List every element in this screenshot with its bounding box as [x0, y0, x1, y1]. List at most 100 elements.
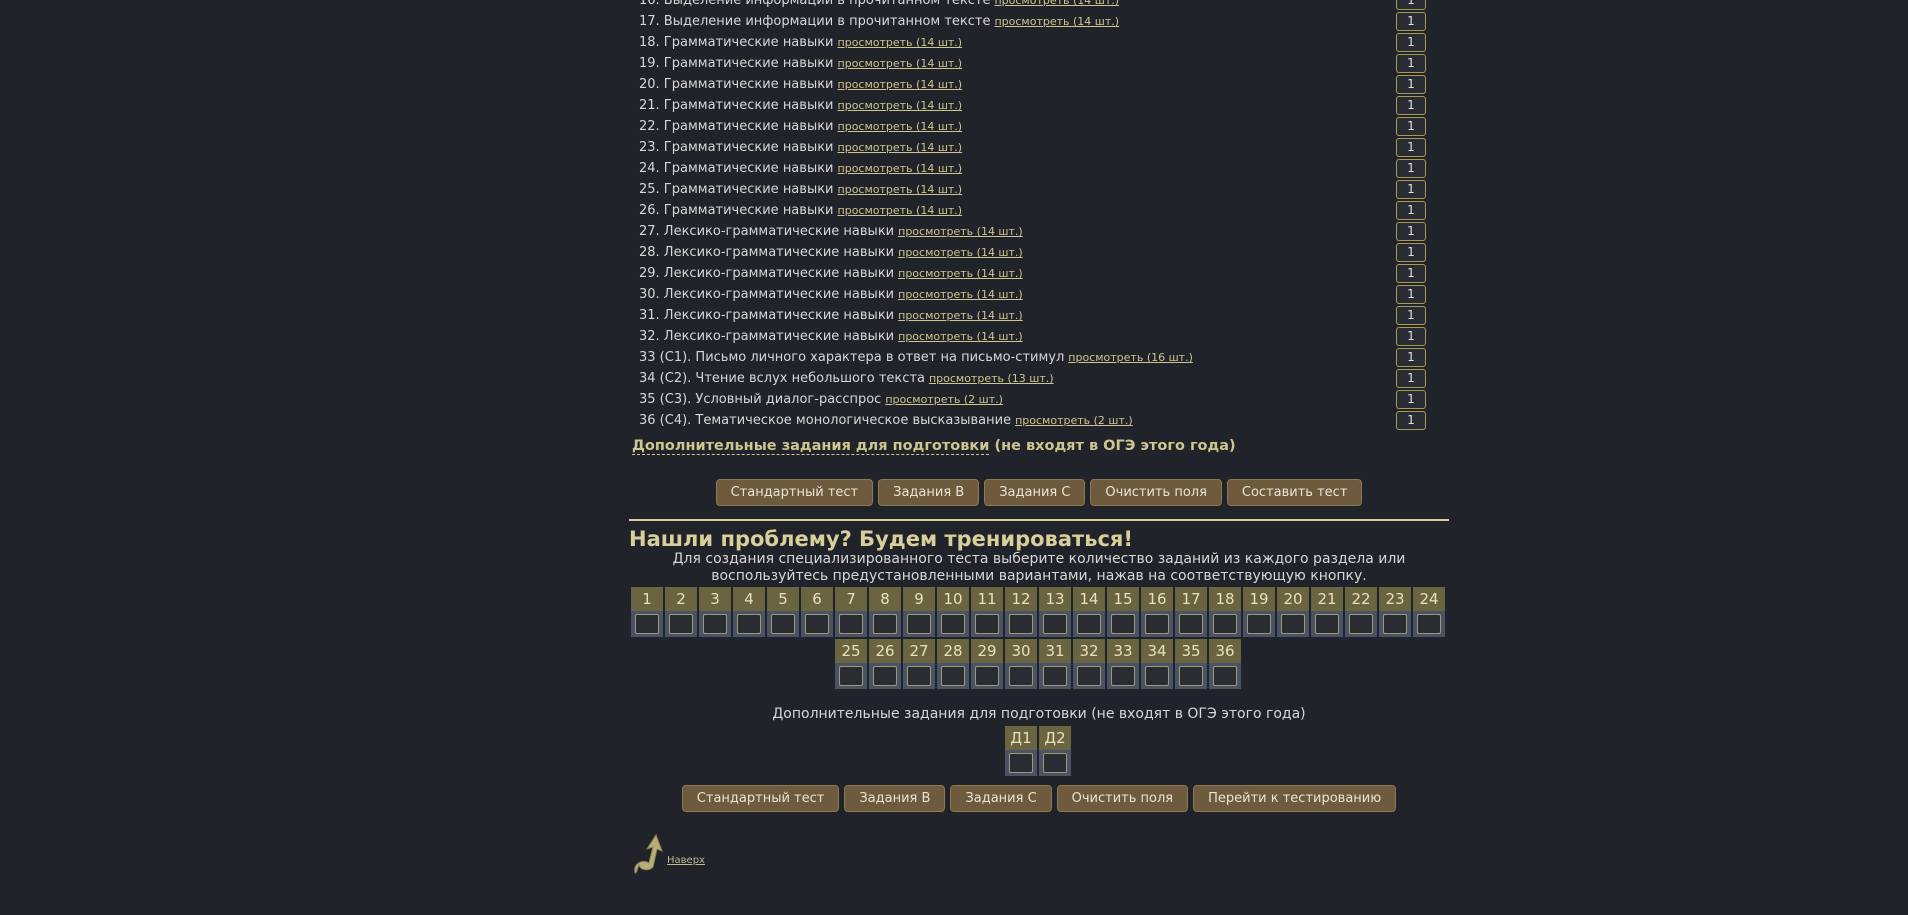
view-tasks-link[interactable]: просмотреть (14 шт.)	[838, 99, 963, 112]
task-count-field[interactable]	[1111, 666, 1135, 686]
task-count-field[interactable]	[771, 614, 795, 634]
task-count-field[interactable]	[839, 614, 863, 634]
view-tasks-link[interactable]: просмотреть (14 шт.)	[994, 15, 1119, 28]
task-count-field[interactable]	[975, 614, 999, 634]
task-count-field[interactable]	[1009, 753, 1033, 773]
task-count-field[interactable]	[669, 614, 693, 634]
task-count-field[interactable]	[1077, 666, 1101, 686]
task-count-field[interactable]	[907, 666, 931, 686]
view-tasks-link[interactable]: просмотреть (14 шт.)	[898, 309, 1023, 322]
clear-fields-button-bottom[interactable]: Очистить поля	[1056, 785, 1189, 812]
task-count-field[interactable]	[1145, 614, 1169, 634]
view-tasks-link[interactable]: просмотреть (14 шт.)	[994, 0, 1119, 7]
tasks-b-button-bottom[interactable]: Задания В	[844, 785, 946, 812]
view-tasks-link[interactable]: просмотреть (14 шт.)	[838, 78, 963, 91]
view-tasks-link[interactable]: просмотреть (13 шт.)	[929, 372, 1054, 385]
task-count-input[interactable]: 1	[1396, 54, 1426, 73]
tasks-c-button[interactable]: Задания С	[984, 479, 1086, 506]
task-count-field[interactable]	[635, 614, 659, 634]
view-tasks-link[interactable]: просмотреть (16 шт.)	[1068, 351, 1193, 364]
view-tasks-link[interactable]: просмотреть (14 шт.)	[838, 36, 963, 49]
task-count-field[interactable]	[1111, 614, 1135, 634]
view-tasks-link[interactable]: просмотреть (14 шт.)	[838, 57, 963, 70]
back-to-top[interactable]: Наверх	[629, 833, 749, 877]
task-count-input[interactable]: 1	[1396, 264, 1426, 283]
tasks-c-button-bottom[interactable]: Задания С	[950, 785, 1052, 812]
task-count-field[interactable]	[1349, 614, 1373, 634]
standard-test-button-bottom[interactable]: Стандартный тест	[681, 785, 840, 812]
standard-test-button[interactable]: Стандартный тест	[715, 479, 874, 506]
task-count-field[interactable]	[1043, 614, 1067, 634]
task-count-field[interactable]	[1077, 614, 1101, 634]
task-count-field[interactable]	[1179, 614, 1203, 634]
task-count-field[interactable]	[1315, 614, 1339, 634]
task-count-field[interactable]	[1281, 614, 1305, 634]
task-count-field[interactable]	[839, 666, 863, 686]
task-count-field[interactable]	[1383, 614, 1407, 634]
task-count-input[interactable]: 1	[1396, 0, 1426, 10]
task-count-field[interactable]	[737, 614, 761, 634]
up-arrow-icon[interactable]	[629, 833, 669, 877]
task-count-input[interactable]: 1	[1396, 285, 1426, 304]
task-count-input[interactable]: 1	[1396, 159, 1426, 178]
task-count-input[interactable]: 1	[1396, 348, 1426, 367]
view-tasks-link[interactable]: просмотреть (14 шт.)	[898, 288, 1023, 301]
task-count-input[interactable]: 1	[1396, 201, 1426, 220]
task-count-field[interactable]	[1009, 614, 1033, 634]
start-testing-button[interactable]: Перейти к тестированию	[1193, 785, 1397, 812]
task-count-field[interactable]	[975, 666, 999, 686]
task-count-field[interactable]	[1247, 614, 1271, 634]
tasks-b-button[interactable]: Задания В	[878, 479, 980, 506]
view-tasks-link[interactable]: просмотреть (14 шт.)	[898, 267, 1023, 280]
task-count-field[interactable]	[1179, 666, 1203, 686]
view-tasks-link[interactable]: просмотреть (2 шт.)	[1015, 414, 1133, 427]
view-tasks-link[interactable]: просмотреть (14 шт.)	[898, 225, 1023, 238]
task-count-field[interactable]	[1213, 666, 1237, 686]
back-to-top-link[interactable]: Наверх	[667, 855, 705, 866]
task-count-field[interactable]	[1043, 753, 1067, 773]
task-count-field[interactable]	[703, 614, 727, 634]
task-count-field[interactable]	[1417, 614, 1441, 634]
task-count-field[interactable]	[941, 666, 965, 686]
task-count-field[interactable]	[907, 614, 931, 634]
task-count-field[interactable]	[1145, 666, 1169, 686]
view-tasks-link[interactable]: просмотреть (2 шт.)	[885, 393, 1003, 406]
task-count-field[interactable]	[1213, 614, 1237, 634]
task-number: 25	[835, 639, 867, 663]
task-count-field[interactable]	[805, 614, 829, 634]
task-count-input[interactable]: 1	[1396, 33, 1426, 52]
task-count-input[interactable]: 1	[1396, 306, 1426, 325]
task-count-field[interactable]	[1043, 666, 1067, 686]
task-count-field[interactable]	[873, 614, 897, 634]
clear-fields-button[interactable]: Очистить поля	[1090, 479, 1222, 506]
view-tasks-link[interactable]: просмотреть (14 шт.)	[838, 120, 963, 133]
task-count-field[interactable]	[941, 614, 965, 634]
extra-tasks-toggle[interactable]: Дополнительные задания для подготовки (н…	[632, 438, 1236, 455]
view-tasks-link[interactable]: просмотреть (14 шт.)	[838, 162, 963, 175]
section-description: Для создания специализированного теста в…	[672, 551, 1406, 584]
task-count-input[interactable]: 1	[1396, 327, 1426, 346]
task-count-field[interactable]	[1009, 666, 1033, 686]
task-cell: 17	[1175, 587, 1207, 637]
task-count-input[interactable]: 1	[1396, 75, 1426, 94]
task-count-field[interactable]	[873, 666, 897, 686]
task-count-input[interactable]: 1	[1396, 243, 1426, 262]
task-count-input[interactable]: 1	[1396, 117, 1426, 136]
view-tasks-link[interactable]: просмотреть (14 шт.)	[838, 204, 963, 217]
view-tasks-link[interactable]: просмотреть (14 шт.)	[838, 183, 963, 196]
task-count-input[interactable]: 1	[1396, 369, 1426, 388]
task-count-input[interactable]: 1	[1396, 96, 1426, 115]
task-count-input[interactable]: 1	[1396, 390, 1426, 409]
compose-test-button[interactable]: Составить тест	[1226, 479, 1363, 506]
task-count-input[interactable]: 1	[1396, 411, 1426, 430]
topic-row: 28. Лексико-грамматические навыки просмот…	[639, 242, 1439, 263]
task-number: 12	[1005, 587, 1037, 611]
task-count-input[interactable]: 1	[1396, 180, 1426, 199]
task-count-input[interactable]: 1	[1396, 222, 1426, 241]
view-tasks-link[interactable]: просмотреть (14 шт.)	[898, 246, 1023, 259]
task-count-input[interactable]: 1	[1396, 12, 1426, 31]
extra-tasks-link[interactable]: Дополнительные задания для подготовки	[632, 438, 990, 455]
view-tasks-link[interactable]: просмотреть (14 шт.)	[838, 141, 963, 154]
task-count-input[interactable]: 1	[1396, 138, 1426, 157]
view-tasks-link[interactable]: просмотреть (14 шт.)	[898, 330, 1023, 343]
